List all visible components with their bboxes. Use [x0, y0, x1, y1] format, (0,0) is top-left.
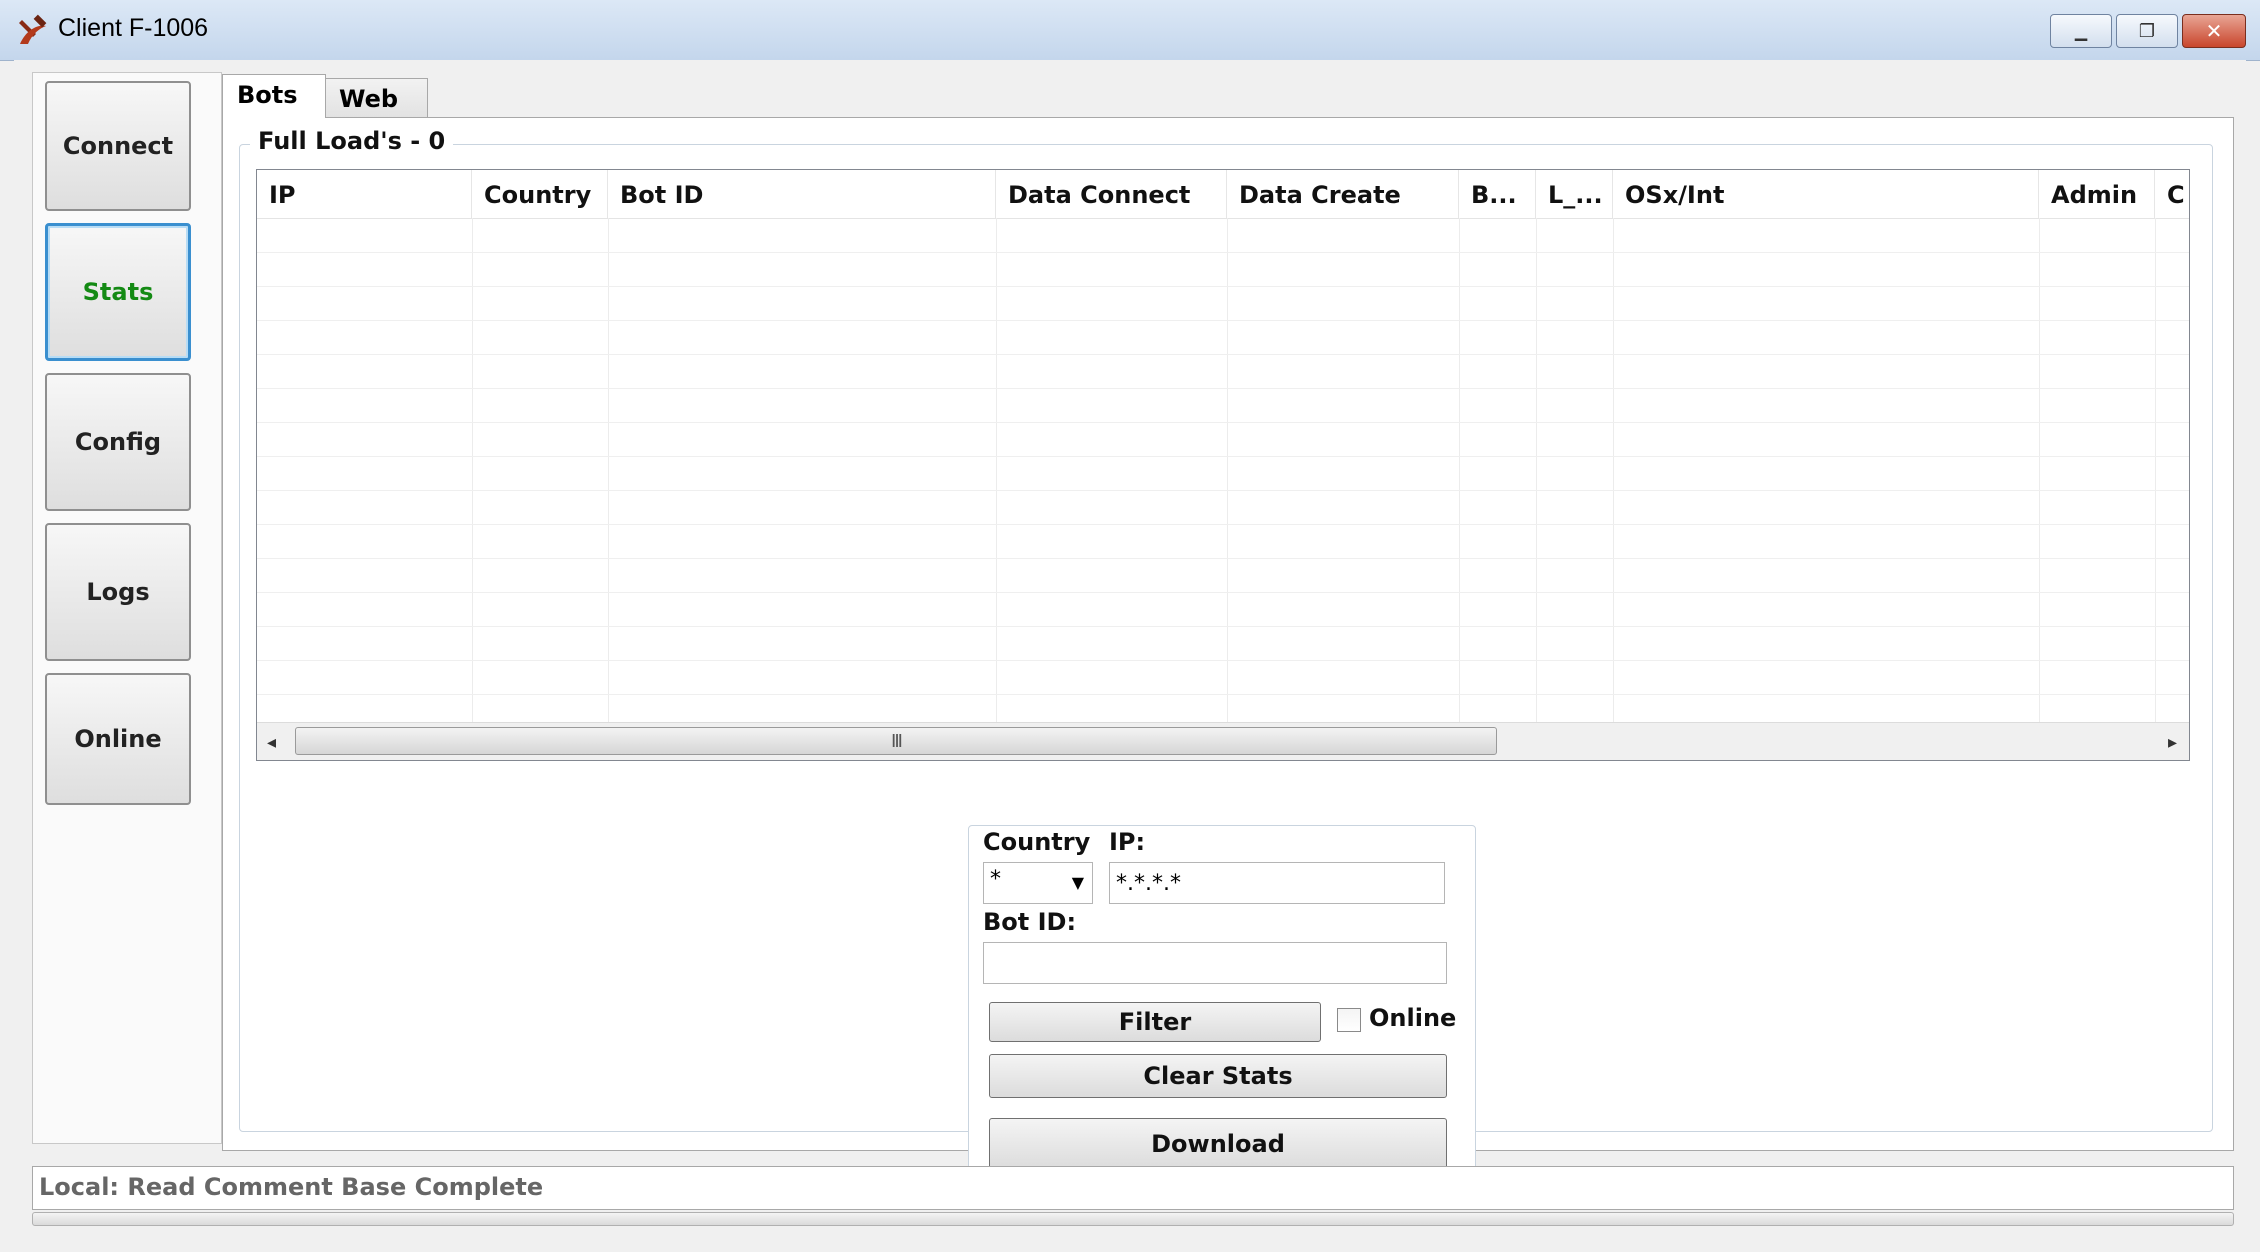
grid-column-line [2155, 218, 2156, 722]
filter-button[interactable]: Filter [989, 1002, 1321, 1042]
grid-row-line [257, 354, 2189, 355]
maximize-button[interactable]: ❐ [2116, 14, 2178, 48]
column-header-label: Data Connect [1008, 181, 1191, 209]
tab-web[interactable]: Web [324, 78, 428, 118]
column-header-l[interactable]: L_... [1536, 170, 1613, 218]
chevron-down-icon: ▼ [1071, 873, 1084, 892]
grid-header: IP Country Bot ID Data Connect Data Crea… [257, 170, 2189, 219]
grip-icon: III [891, 730, 903, 752]
download-button[interactable]: Download [989, 1118, 1447, 1170]
grid-row-line [257, 694, 2189, 695]
nav-online-button[interactable]: Online [45, 673, 191, 805]
nav-logs-button[interactable]: Logs [45, 523, 191, 661]
column-header-label: C [2167, 181, 2185, 209]
ip-input[interactable] [1109, 862, 1445, 904]
column-header-bot-id[interactable]: Bot ID [608, 170, 996, 218]
grid-row-line [257, 490, 2189, 491]
nav-connect-button[interactable]: Connect [45, 81, 191, 211]
grid-row-line [257, 456, 2189, 457]
grid-row-line [257, 524, 2189, 525]
column-header-osx-int[interactable]: OSx/Int [1613, 170, 2039, 218]
nav-stats-button[interactable]: Stats [45, 223, 191, 361]
column-header-admin[interactable]: Admin [2039, 170, 2155, 218]
grid-row-line [257, 558, 2189, 559]
download-label: Download [1151, 1130, 1285, 1158]
bot-id-input[interactable] [983, 942, 1447, 984]
grid-column-line [1613, 218, 1614, 722]
column-header-label: Data Create [1239, 181, 1401, 209]
bots-grid[interactable]: IP Country Bot ID Data Connect Data Crea… [256, 169, 2190, 761]
status-text: Local: Read Comment Base Complete [39, 1173, 544, 1201]
filter-button-label: Filter [1118, 1008, 1192, 1036]
window-title: Client F-1006 [58, 14, 209, 42]
column-header-data-create[interactable]: Data Create [1227, 170, 1459, 218]
grid-column-line [996, 218, 997, 722]
column-header-ip[interactable]: IP [257, 170, 472, 218]
column-header-c[interactable]: C [2155, 170, 2189, 218]
scroll-right-arrow-icon[interactable]: ▸ [2168, 732, 2177, 753]
tab-bots-label: Bots [237, 81, 298, 109]
nav-logs-label: Logs [86, 578, 150, 606]
bot-id-label: Bot ID: [983, 908, 1077, 936]
filter-panel: Country IP: * ▼ Bot ID: Filter Online Cl… [968, 825, 1476, 1175]
online-checkbox-label[interactable]: Online [1369, 1004, 1456, 1032]
grid-row-line [257, 286, 2189, 287]
ip-label: IP: [1109, 828, 1146, 856]
column-header-label: Country [484, 181, 592, 209]
grid-column-line [2039, 218, 2040, 722]
tab-bots[interactable]: Bots [222, 74, 326, 118]
column-header-label: B... [1471, 181, 1517, 209]
nav-connect-label: Connect [62, 132, 174, 160]
clear-stats-button[interactable]: Clear Stats [989, 1054, 1447, 1098]
grid-column-line [1227, 218, 1228, 722]
grid-column-line [1459, 218, 1460, 722]
nav-config-label: Config [74, 428, 162, 456]
grid-row-line [257, 422, 2189, 423]
nav-online-label: Online [74, 725, 162, 753]
nav-panel: Connect Stats Config Logs Online [32, 72, 222, 1144]
status-bar: Local: Read Comment Base Complete [32, 1166, 2234, 1210]
grid-column-line [472, 218, 473, 722]
grid-row-line [257, 626, 2189, 627]
progress-bar [32, 1212, 2234, 1226]
grid-column-line [1536, 218, 1537, 722]
clear-stats-label: Clear Stats [1143, 1062, 1293, 1090]
country-value: * [990, 867, 1001, 892]
grid-row-line [257, 252, 2189, 253]
column-header-label: L_... [1548, 181, 1603, 209]
hammer-sickle-icon [19, 14, 47, 44]
minimize-icon: ▁ [2074, 21, 2088, 41]
column-header-data-connect[interactable]: Data Connect [996, 170, 1227, 218]
minimize-button[interactable]: ▁ [2050, 14, 2112, 48]
nav-stats-label: Stats [82, 278, 154, 306]
column-header-label: Bot ID [620, 181, 704, 209]
full-loads-group: Full Load's - 0 IP Country Bot ID Data C… [239, 127, 2213, 1175]
window-body: Connect Stats Config Logs Online Bots We… [14, 60, 2246, 1240]
grid-row-line [257, 320, 2189, 321]
horizontal-scrollbar[interactable]: ◂ III ▸ [257, 722, 2189, 760]
country-dropdown[interactable]: * ▼ [983, 862, 1093, 904]
column-header-label: Admin [2051, 181, 2138, 209]
bots-tab-panel: Full Load's - 0 IP Country Bot ID Data C… [222, 117, 2234, 1175]
scrollbar-thumb[interactable]: III [295, 727, 1497, 755]
grid-column-line [608, 218, 609, 722]
column-header-country[interactable]: Country [472, 170, 608, 218]
grid-row-line [257, 592, 2189, 593]
tab-web-label: Web [339, 85, 399, 113]
column-header-b[interactable]: B... [1459, 170, 1536, 218]
maximize-icon: ❐ [2138, 20, 2156, 42]
column-header-label: OSx/Int [1625, 181, 1725, 209]
column-header-label: IP [269, 181, 296, 209]
online-checkbox[interactable] [1337, 1008, 1361, 1032]
country-label: Country [983, 828, 1091, 856]
scroll-left-arrow-icon[interactable]: ◂ [267, 732, 276, 753]
group-title: Full Load's - 0 [250, 127, 454, 155]
grid-row-line [257, 660, 2189, 661]
close-icon: ✕ [2205, 19, 2223, 43]
grid-row-line [257, 388, 2189, 389]
title-bar[interactable]: Client F-1006 ▁ ❐ ✕ [0, 0, 2260, 61]
close-button[interactable]: ✕ [2182, 14, 2246, 48]
nav-config-button[interactable]: Config [45, 373, 191, 511]
